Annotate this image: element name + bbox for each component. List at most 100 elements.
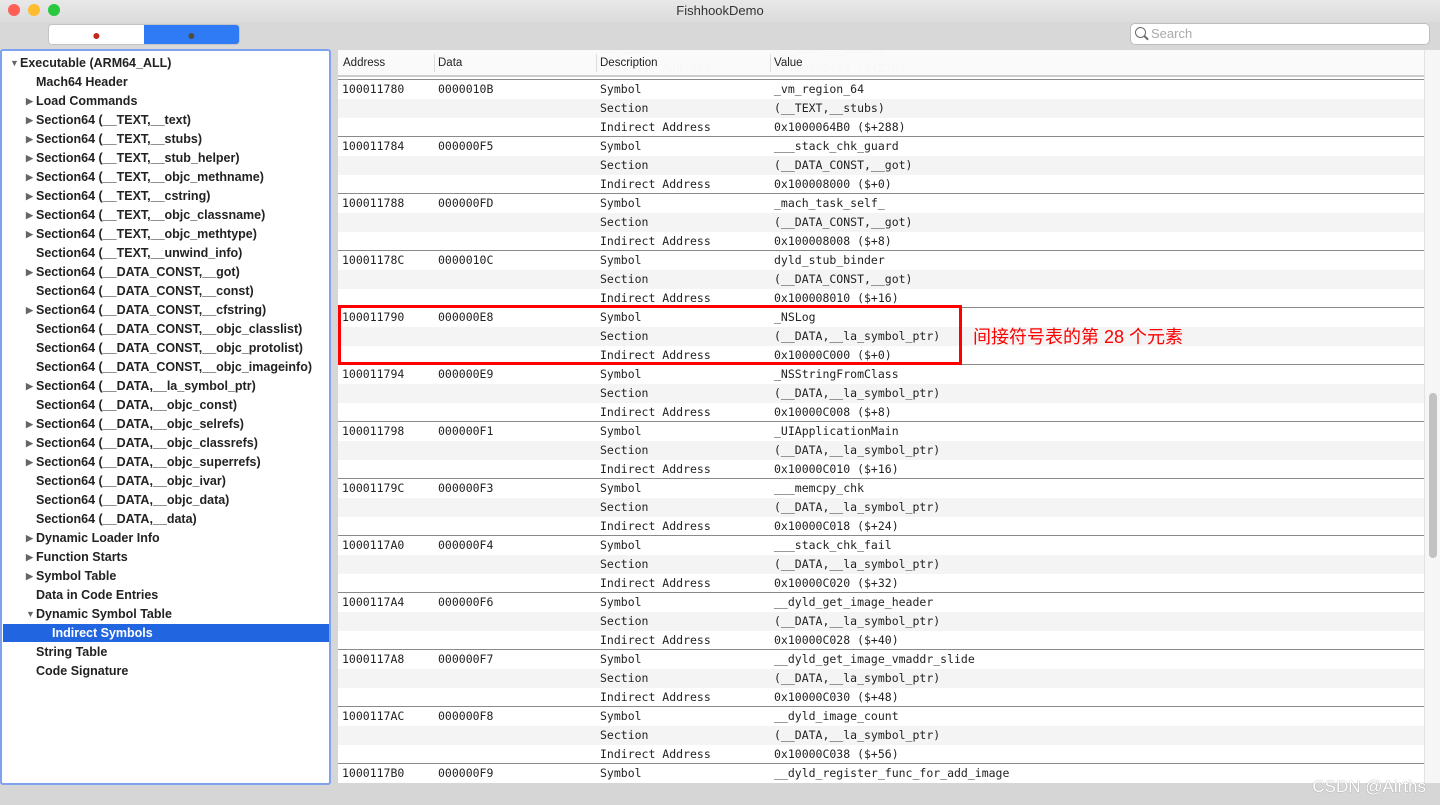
close-button[interactable] bbox=[8, 4, 20, 16]
tree-item[interactable]: String Table bbox=[36, 643, 107, 662]
table-row[interactable]: Section (__DATA,__la_symbol_ptr) bbox=[338, 726, 1424, 745]
disclosure-collapsed-icon[interactable]: ▶ bbox=[26, 415, 33, 434]
table-row[interactable]: Indirect Address 0x1000064B0 ($+288) bbox=[338, 118, 1424, 137]
search-input[interactable]: Search bbox=[1130, 23, 1430, 45]
indirect-symbols-table[interactable]: Address Data Description Value Section (_… bbox=[338, 50, 1424, 783]
scrollbar-thumb[interactable] bbox=[1429, 393, 1437, 558]
disclosure-collapsed-icon[interactable]: ▶ bbox=[26, 130, 33, 149]
table-row[interactable]: Indirect Address 0x100008000 ($+0) bbox=[338, 175, 1424, 194]
table-row[interactable]: 10001178C 0000010C Symbol dyld_stub_binder bbox=[338, 251, 1424, 270]
tree-item[interactable]: Section64 (__DATA,__data) bbox=[36, 510, 197, 529]
disclosure-collapsed-icon[interactable]: ▶ bbox=[26, 111, 33, 130]
column-header-data[interactable]: Data bbox=[438, 57, 462, 69]
disclosure-collapsed-icon[interactable]: ▶ bbox=[26, 263, 33, 282]
tree-item[interactable]: ▶ Section64 (__TEXT,__stubs) bbox=[26, 130, 202, 149]
tree-item[interactable]: ▶ Section64 (__DATA,__objc_classrefs) bbox=[26, 434, 258, 453]
zoom-button[interactable] bbox=[48, 4, 60, 16]
tree-item[interactable]: ▶ Section64 (__TEXT,__stub_helper) bbox=[26, 149, 240, 168]
table-row[interactable]: 100011798 000000F1 Symbol _UIApplicationMai… bbox=[338, 422, 1424, 441]
tree-item[interactable]: Section64 (__DATA,__objc_data) bbox=[36, 491, 229, 510]
table-row[interactable]: Section (__DATA,__la_symbol_ptr) bbox=[338, 669, 1424, 688]
tree-item[interactable]: ▶ Section64 (__DATA,__objc_selrefs) bbox=[26, 415, 244, 434]
tree-item[interactable]: ▶ Section64 (__DATA,__la_symbol_ptr) bbox=[26, 377, 256, 396]
table-row[interactable]: Indirect Address 0x10000C028 ($+40) bbox=[338, 631, 1424, 650]
table-row[interactable]: 1000117A0 000000F4 Symbol ___stack_chk_fail bbox=[338, 536, 1424, 555]
disclosure-collapsed-icon[interactable]: ▶ bbox=[26, 548, 33, 567]
view-mode-segmented-control[interactable]: ● ● bbox=[48, 24, 240, 45]
table-row[interactable]: Section (__DATA_CONST,__got) bbox=[338, 213, 1424, 232]
disclosure-collapsed-icon[interactable]: ▶ bbox=[26, 434, 33, 453]
table-row[interactable]: 1000117A4 000000F6 Symbol __dyld_get_image_… bbox=[338, 593, 1424, 612]
table-row[interactable]: 1000117AC 000000F8 Symbol __dyld_image_coun… bbox=[338, 707, 1424, 726]
table-row[interactable]: 100011780 0000010B Symbol _vm_region_64 bbox=[338, 80, 1424, 99]
column-header-address[interactable]: Address bbox=[343, 57, 385, 69]
tree-item[interactable]: Section64 (__DATA,__objc_ivar) bbox=[36, 472, 226, 491]
tree-item[interactable]: ▶ Section64 (__DATA_CONST,__got) bbox=[26, 263, 240, 282]
table-row[interactable]: 100011788 000000FD Symbol _mach_task_self_ bbox=[338, 194, 1424, 213]
column-header-description[interactable]: Description bbox=[600, 57, 658, 69]
segment-raw[interactable]: ● bbox=[49, 25, 144, 44]
segment-rva[interactable]: ● bbox=[144, 25, 239, 44]
tree-item[interactable]: ▶ Section64 (__TEXT,__text) bbox=[26, 111, 191, 130]
tree-item[interactable]: ▼ Dynamic Symbol Table bbox=[26, 605, 172, 624]
disclosure-collapsed-icon[interactable]: ▶ bbox=[26, 149, 33, 168]
disclosure-expanded-icon[interactable]: ▼ bbox=[26, 605, 35, 624]
tree-item[interactable]: ▶ Section64 (__TEXT,__objc_methtype) bbox=[26, 225, 257, 244]
tree-item[interactable]: ▶ Section64 (__DATA_CONST,__cfstring) bbox=[26, 301, 266, 320]
table-row[interactable]: Section (__DATA,__la_symbol_ptr) bbox=[338, 612, 1424, 631]
tree-item[interactable]: ▼ Executable (ARM64_ALL) bbox=[10, 54, 171, 73]
table-row[interactable]: 100011784 000000F5 Symbol ___stack_chk_guar… bbox=[338, 137, 1424, 156]
table-row[interactable]: 1000117A8 000000F7 Symbol __dyld_get_image_… bbox=[338, 650, 1424, 669]
tree-item[interactable]: Section64 (__DATA_CONST,__objc_classlist… bbox=[36, 320, 302, 339]
table-row[interactable]: Section (__TEXT,__stubs) bbox=[338, 99, 1424, 118]
tree-item[interactable]: ▶ Symbol Table bbox=[26, 567, 116, 586]
tree-item[interactable]: Code Signature bbox=[36, 662, 128, 681]
table-row[interactable]: Indirect Address 0x10000C008 ($+8) bbox=[338, 403, 1424, 422]
disclosure-collapsed-icon[interactable]: ▶ bbox=[26, 529, 33, 548]
table-row[interactable]: Section (__DATA,__la_symbol_ptr) bbox=[338, 441, 1424, 460]
disclosure-collapsed-icon[interactable]: ▶ bbox=[26, 377, 33, 396]
vertical-scrollbar[interactable] bbox=[1424, 50, 1440, 783]
table-row[interactable]: Indirect Address 0x10000C010 ($+16) bbox=[338, 460, 1424, 479]
disclosure-collapsed-icon[interactable]: ▶ bbox=[26, 225, 33, 244]
tree-item[interactable]: ▶ Dynamic Loader Info bbox=[26, 529, 160, 548]
tree-item[interactable]: Section64 (__DATA_CONST,__objc_protolist… bbox=[36, 339, 303, 358]
disclosure-collapsed-icon[interactable]: ▶ bbox=[26, 301, 33, 320]
disclosure-collapsed-icon[interactable]: ▶ bbox=[26, 168, 33, 187]
table-row[interactable]: Indirect Address 0x10000C038 ($+56) bbox=[338, 745, 1424, 764]
table-row[interactable]: Indirect Address 0x10000C020 ($+32) bbox=[338, 574, 1424, 593]
tree-item[interactable]: Mach64 Header bbox=[36, 73, 128, 92]
tree-item[interactable]: Section64 (__DATA_CONST,__const) bbox=[36, 282, 254, 301]
tree-item[interactable]: ▶ Section64 (__DATA,__objc_superrefs) bbox=[26, 453, 261, 472]
table-row[interactable]: Indirect Address 0x10000C018 ($+24) bbox=[338, 517, 1424, 536]
tree-item[interactable]: Indirect Symbols bbox=[52, 624, 153, 643]
tree-item[interactable]: Data in Code Entries bbox=[36, 586, 158, 605]
table-row[interactable]: 100011794 000000E9 Symbol _NSStringFromClas… bbox=[338, 365, 1424, 384]
tree-item[interactable]: ▶ Function Starts bbox=[26, 548, 128, 567]
tree-item[interactable]: ▶ Section64 (__TEXT,__objc_classname) bbox=[26, 206, 265, 225]
disclosure-collapsed-icon[interactable]: ▶ bbox=[26, 92, 33, 111]
table-row[interactable]: Section (__DATA,__la_symbol_ptr) bbox=[338, 555, 1424, 574]
sidebar-tree[interactable]: ▼ Executable (ARM64_ALL) Mach64 Header ▶ Loa… bbox=[0, 49, 331, 785]
tree-item[interactable]: Section64 (__TEXT,__unwind_info) bbox=[36, 244, 242, 263]
disclosure-expanded-icon[interactable]: ▼ bbox=[10, 54, 19, 73]
tree-item[interactable]: ▶ Load Commands bbox=[26, 92, 137, 111]
table-row[interactable]: Section (__DATA_CONST,__got) bbox=[338, 156, 1424, 175]
table-row[interactable]: 1000117B0 000000F9 Symbol __dyld_register_f… bbox=[338, 764, 1424, 783]
disclosure-collapsed-icon[interactable]: ▶ bbox=[26, 206, 33, 225]
tree-item[interactable]: ▶ Section64 (__TEXT,__objc_methname) bbox=[26, 168, 264, 187]
disclosure-collapsed-icon[interactable]: ▶ bbox=[26, 453, 33, 472]
minimize-button[interactable] bbox=[28, 4, 40, 16]
table-row[interactable]: 10001179C 000000F3 Symbol ___memcpy_chk bbox=[338, 479, 1424, 498]
table-row[interactable]: Section (__DATA_CONST,__got) bbox=[338, 270, 1424, 289]
tree-item[interactable]: ▶ Section64 (__TEXT,__cstring) bbox=[26, 187, 210, 206]
table-row[interactable]: Section (__DATA,__la_symbol_ptr) bbox=[338, 498, 1424, 517]
table-row[interactable]: Section (__DATA,__la_symbol_ptr) bbox=[338, 384, 1424, 403]
disclosure-collapsed-icon[interactable]: ▶ bbox=[26, 567, 33, 586]
tree-item[interactable]: Section64 (__DATA_CONST,__objc_imageinfo… bbox=[36, 358, 312, 377]
tree-item[interactable]: Section64 (__DATA,__objc_const) bbox=[36, 396, 237, 415]
column-header-value[interactable]: Value bbox=[774, 57, 803, 69]
table-row[interactable]: Indirect Address 0x100008008 ($+8) bbox=[338, 232, 1424, 251]
table-row[interactable]: Indirect Address 0x10000C030 ($+48) bbox=[338, 688, 1424, 707]
disclosure-collapsed-icon[interactable]: ▶ bbox=[26, 187, 33, 206]
